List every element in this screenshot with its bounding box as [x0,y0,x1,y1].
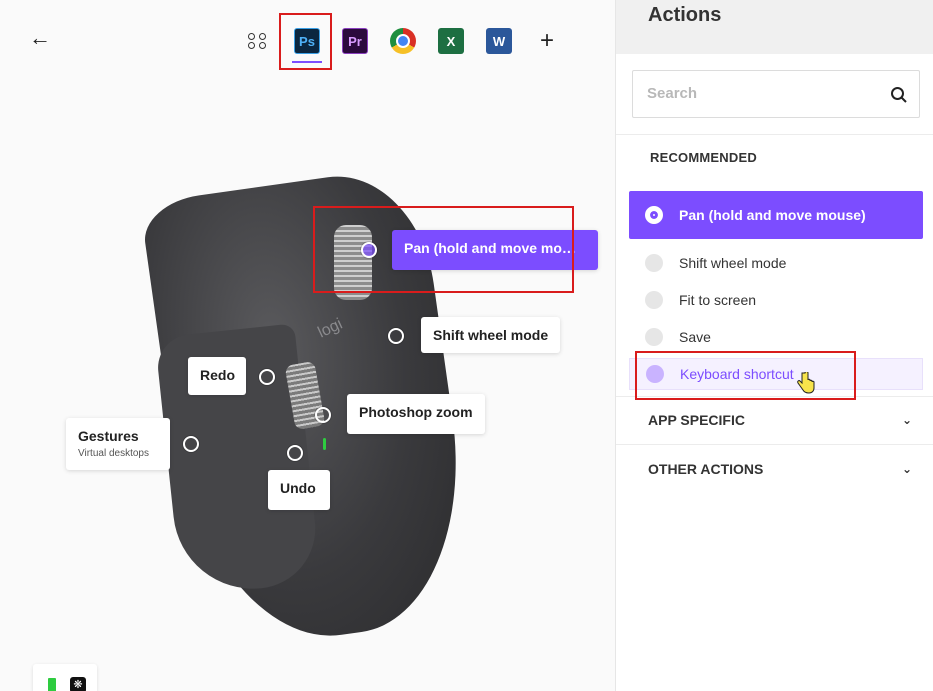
action-pan[interactable]: Pan (hold and move mouse) [629,191,923,239]
excel-app-icon[interactable]: X [438,28,464,54]
divider [616,134,933,135]
action-label: Keyboard shortcut [680,366,794,382]
device-status[interactable]: ❋ [33,664,97,691]
app-specific-section[interactable]: APP SPECIFIC ⌄ [616,396,933,444]
other-actions-section[interactable]: OTHER ACTIONS ⌄ [616,445,933,493]
device-view: ← Ps Pr X W + logi Pan (hold and move mo… [0,0,615,691]
chevron-down-icon: ⌄ [901,413,912,427]
action-label: Save [679,329,711,345]
mouse-scroll-wheel [334,225,372,300]
premiere-app-icon[interactable]: Pr [342,28,368,54]
word-app-icon[interactable]: W [486,28,512,54]
redo-button-dot[interactable] [259,369,275,385]
callout-pan[interactable]: Pan (hold and move mo… [392,230,598,270]
recommended-heading: RECOMMENDED [650,150,757,165]
callout-gestures-subtitle: Virtual desktops [78,448,149,459]
selected-app-indicator [292,61,322,63]
undo-button-dot[interactable] [287,445,303,461]
panel-title: Actions [616,0,933,54]
action-label: Shift wheel mode [679,255,787,271]
radio-icon [645,291,663,309]
action-label: Pan (hold and move mouse) [679,207,866,223]
battery-icon [48,678,56,691]
add-app-icon[interactable]: + [534,27,560,54]
photoshop-app-icon[interactable]: Ps [294,28,320,54]
action-shift-wheel-mode[interactable]: Shift wheel mode [629,247,923,279]
thumb-wheel-dot[interactable] [315,407,331,423]
action-fit-to-screen[interactable]: Fit to screen [629,284,923,316]
all-apps-icon[interactable] [245,28,271,54]
callout-gestures[interactable]: Gestures Virtual desktops [66,418,170,470]
search-icon[interactable] [890,86,908,104]
chrome-app-icon[interactable] [390,28,416,54]
radio-icon [645,254,663,272]
pan-button-dot[interactable] [361,242,377,258]
easy-switch-icon: ❋ [70,677,86,691]
callout-photoshop-zoom[interactable]: Photoshop zoom [347,394,485,434]
action-label: Fit to screen [679,292,757,308]
callout-gestures-title: Gestures [78,428,139,444]
hand-cursor-icon [797,372,815,394]
other-actions-label: OTHER ACTIONS [648,461,764,477]
radio-icon [645,328,663,346]
radio-icon [645,206,663,224]
actions-panel: Actions RECOMMENDED Pan (hold and move m… [615,0,933,691]
chevron-down-icon: ⌄ [901,462,912,476]
callout-undo[interactable]: Undo [268,470,330,510]
gesture-button-dot[interactable] [183,436,199,452]
app-specific-label: APP SPECIFIC [648,412,745,428]
search-input[interactable] [647,71,887,115]
shift-wheel-dot[interactable] [388,328,404,344]
radio-icon [646,365,664,383]
mouse-led [323,438,326,450]
callout-shift-wheel-mode[interactable]: Shift wheel mode [421,317,561,353]
search-box[interactable] [632,70,920,118]
action-save[interactable]: Save [629,321,923,353]
callout-redo[interactable]: Redo [188,357,246,395]
action-keyboard-shortcut[interactable]: Keyboard shortcut [629,358,923,390]
app-selector-bar: Ps Pr X W + [0,24,615,64]
